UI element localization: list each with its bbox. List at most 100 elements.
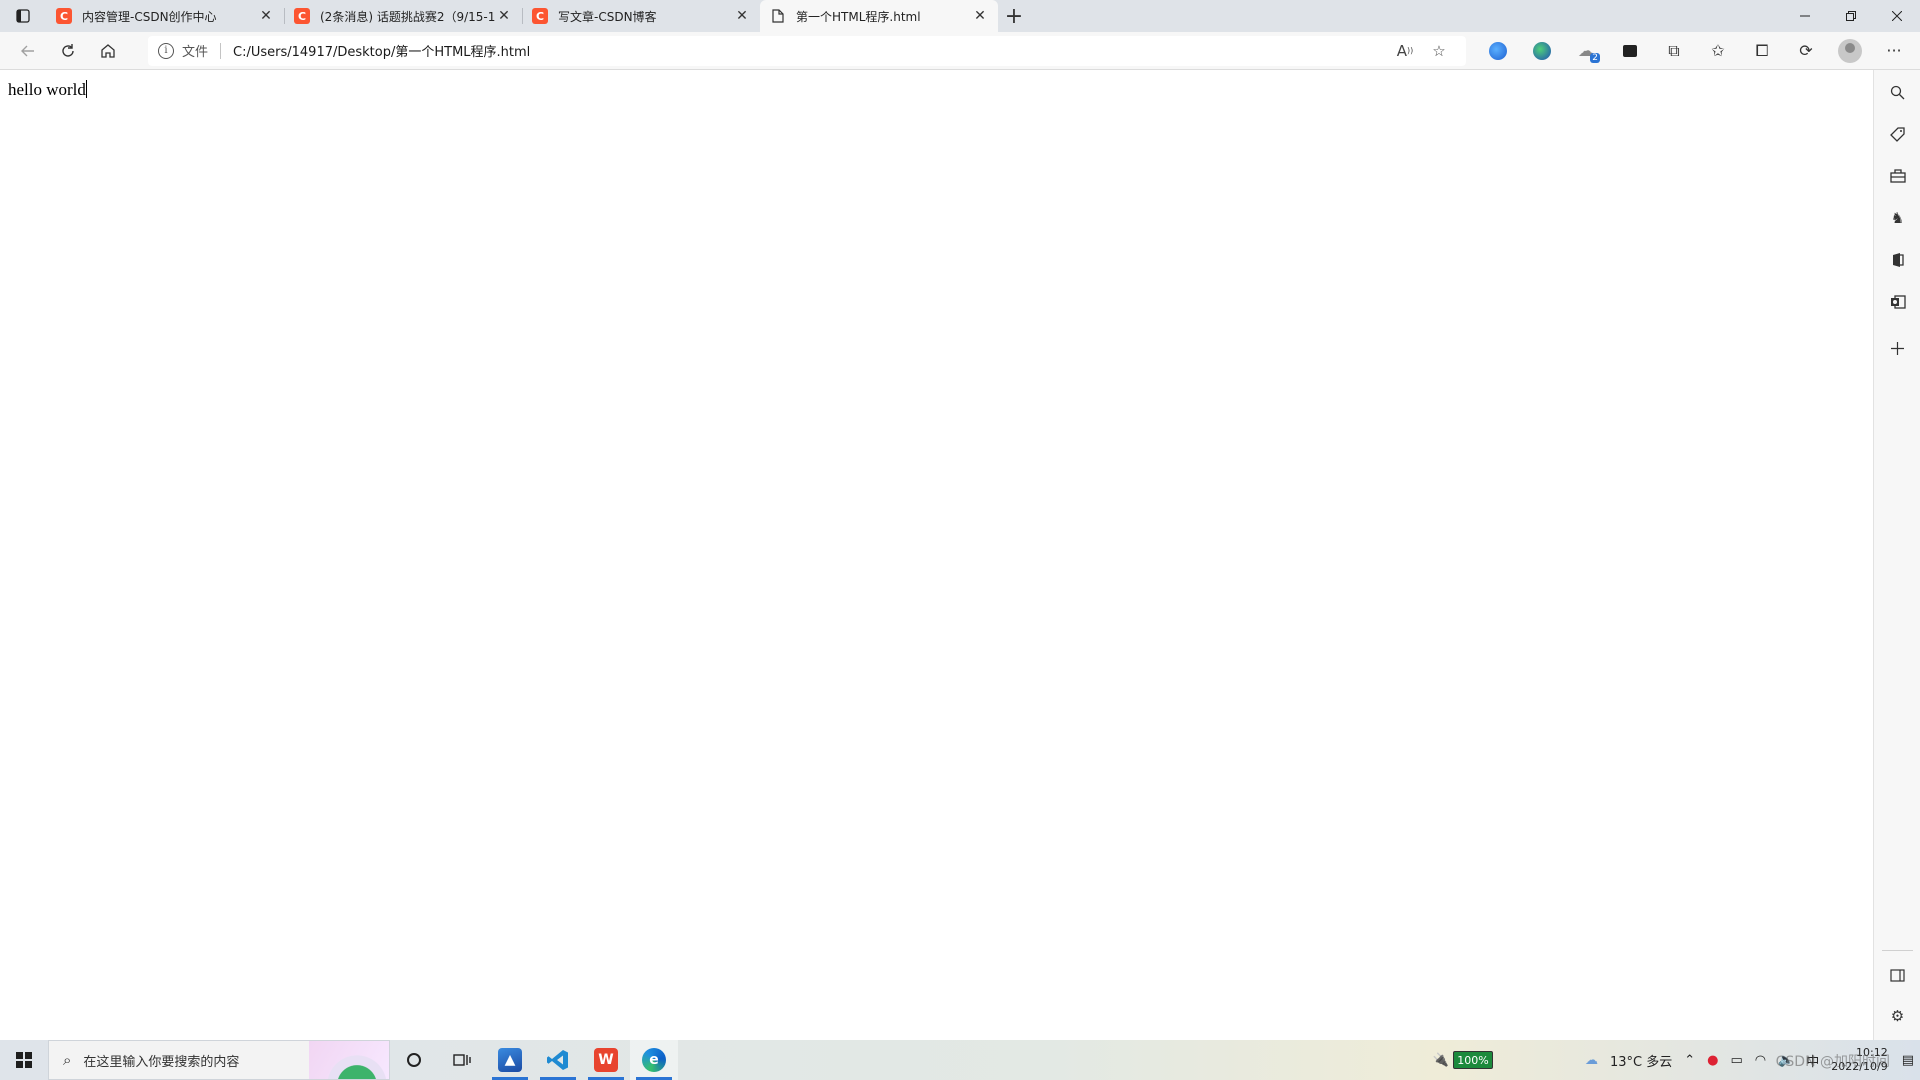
puzzle-icon: ⧉ [1668, 40, 1680, 60]
refresh-button[interactable] [48, 35, 88, 67]
collections-button[interactable]: ⧠ [1740, 35, 1784, 67]
profile-button[interactable] [1828, 35, 1872, 67]
toolbox-icon [1889, 169, 1906, 183]
extension-blue-button[interactable] [1476, 35, 1520, 67]
taskbar-edge-button[interactable]: e [630, 1040, 678, 1080]
add-favorite-icon[interactable]: ☆ [1422, 42, 1456, 60]
document-icon [770, 8, 786, 24]
games-icon: ♞ [1890, 209, 1905, 227]
url-text[interactable]: C:/Users/14917/Desktop/第一个HTML程序.html [233, 41, 1388, 60]
extension-globe-button[interactable] [1520, 35, 1564, 67]
avatar [1838, 38, 1862, 63]
browser-toolbar: i 文件 C:/Users/14917/Desktop/第一个HTML程序.ht… [0, 32, 1920, 70]
power-plug-icon: 🔌 [1432, 1052, 1449, 1068]
sidebar-add-button[interactable] [1874, 332, 1920, 364]
sidebar-hide-button[interactable] [1874, 959, 1920, 991]
restore-icon [1846, 11, 1856, 21]
browser-essentials-icon: ⟳ [1799, 41, 1813, 60]
info-icon[interactable]: i [158, 42, 174, 59]
battery-indicator[interactable]: 100% [1452, 1051, 1493, 1069]
system-tray: 🔌 100% ☁ 13°C 多云 ⌃ ● ▭ ◠ 🔈 中 10:12 2022/… [1433, 1040, 1920, 1080]
sidebar-games-button[interactable]: ♞ [1874, 202, 1920, 234]
scheme-label: 文件 [182, 45, 209, 60]
sidebar-settings-button[interactable]: ⚙ [1874, 1000, 1920, 1032]
tab-title: 内容管理-CSDN创作中心 [82, 9, 217, 24]
office-icon [1892, 253, 1904, 267]
plus-icon: + [1004, 3, 1024, 29]
back-button[interactable] [8, 35, 48, 67]
taskbar-photos-button[interactable]: ▲ [486, 1040, 534, 1080]
extension-dark-icon [1623, 44, 1637, 57]
tab-first-html-program[interactable]: 第一个HTML程序.html ✕ [760, 0, 998, 32]
browser-essentials-button[interactable]: ⟳ [1784, 35, 1828, 67]
search-placeholder: 在这里输入你要搜索的内容 [83, 1054, 240, 1070]
extensions-button[interactable]: ⧉ [1652, 35, 1696, 67]
search-icon [1890, 85, 1905, 99]
taskbar-wps-button[interactable]: W [582, 1040, 630, 1080]
close-window-button[interactable] [1874, 0, 1920, 32]
page-body-text: hello world [8, 80, 87, 100]
close-icon[interactable]: ✕ [258, 8, 274, 24]
taskbar-search-box[interactable]: ⌕ 在这里输入你要搜索的内容 [48, 1040, 390, 1080]
address-bar[interactable]: i 文件 C:/Users/14917/Desktop/第一个HTML程序.ht… [148, 35, 1466, 66]
minimize-button[interactable] [1782, 0, 1828, 32]
taskbar-vscode-button[interactable] [534, 1040, 582, 1080]
cortana-button[interactable] [390, 1040, 438, 1080]
task-view-button[interactable] [438, 1040, 486, 1080]
minimize-icon [1800, 15, 1810, 17]
csdn-icon: C [294, 8, 310, 24]
extension-cloud-button[interactable]: ☁ 2 [1564, 35, 1608, 67]
cloud-icon: ☁ [1584, 1052, 1598, 1068]
vscode-icon [547, 1050, 568, 1070]
windows-taskbar: ⌕ 在这里输入你要搜索的内容 ▲ W e 🔌 100% ☁ 13°C 多云 ⌃ … [0, 1040, 1920, 1080]
tab-csdn-content-management[interactable]: C 内容管理-CSDN创作中心 ✕ [46, 0, 284, 32]
window-controls [1782, 0, 1920, 32]
extension-blue-icon [1489, 41, 1507, 60]
qq-icon[interactable]: ● [1707, 1053, 1718, 1068]
tab-csdn-topic-challenge[interactable]: C (2条消息) 话题挑战赛2（9/15-10 ✕ [284, 0, 522, 32]
arrow-left-icon [21, 45, 34, 56]
panel-icon [1890, 968, 1905, 982]
tab-csdn-write-article[interactable]: C 写文章-CSDN博客 ✕ [522, 0, 760, 32]
sidebar-shopping-button[interactable] [1874, 118, 1920, 150]
home-button[interactable] [88, 35, 128, 67]
gear-icon: ⚙ [1890, 1007, 1905, 1025]
close-icon[interactable]: ✕ [734, 8, 750, 24]
tag-icon [1890, 126, 1905, 142]
sidebar-outlook-button[interactable] [1874, 286, 1920, 318]
hello-world-text: hello world [8, 80, 86, 99]
wps-icon: W [594, 1048, 618, 1072]
weather-text[interactable]: 13°C 多云 [1610, 1051, 1672, 1070]
favorites-button[interactable]: ✩ [1696, 35, 1740, 67]
extension-badge: 2 [1590, 52, 1600, 63]
csdn-icon: C [532, 8, 548, 24]
globe-icon [1533, 41, 1551, 60]
tab-strip: C 内容管理-CSDN创作中心 ✕ C (2条消息) 话题挑战赛2（9/15-1… [0, 0, 1920, 32]
settings-more-button[interactable]: ··· [1872, 35, 1916, 67]
windows-icon [16, 1052, 32, 1068]
home-icon [101, 43, 115, 58]
cortana-icon [407, 1053, 421, 1067]
chevron-up-icon[interactable]: ⌃ [1684, 1053, 1695, 1068]
read-aloud-icon[interactable]: A)) [1388, 42, 1422, 60]
start-button[interactable] [0, 1040, 48, 1080]
wifi-icon[interactable]: ◠ [1755, 1053, 1766, 1068]
search-highlight-image [309, 1041, 389, 1079]
sidebar-tools-button[interactable] [1874, 160, 1920, 192]
refresh-icon [62, 43, 74, 57]
tab-actions-button[interactable] [0, 0, 46, 32]
battery-icon[interactable]: ▭ [1730, 1053, 1742, 1068]
favorites-icon: ✩ [1711, 41, 1725, 60]
restore-button[interactable] [1828, 0, 1874, 32]
close-icon[interactable]: ✕ [496, 8, 512, 24]
close-icon[interactable]: ✕ [972, 8, 988, 24]
more-icon: ··· [1886, 41, 1902, 60]
notification-icon[interactable]: ▤ [1902, 1053, 1914, 1068]
new-tab-button[interactable]: + [998, 0, 1030, 32]
sidebar-search-button[interactable] [1874, 76, 1920, 108]
collections-icon: ⧠ [1755, 40, 1769, 60]
page-viewport: hello world [0, 70, 1873, 1040]
photos-icon: ▲ [498, 1048, 522, 1072]
extension-dark-button[interactable] [1608, 35, 1652, 67]
sidebar-office-button[interactable] [1874, 244, 1920, 276]
